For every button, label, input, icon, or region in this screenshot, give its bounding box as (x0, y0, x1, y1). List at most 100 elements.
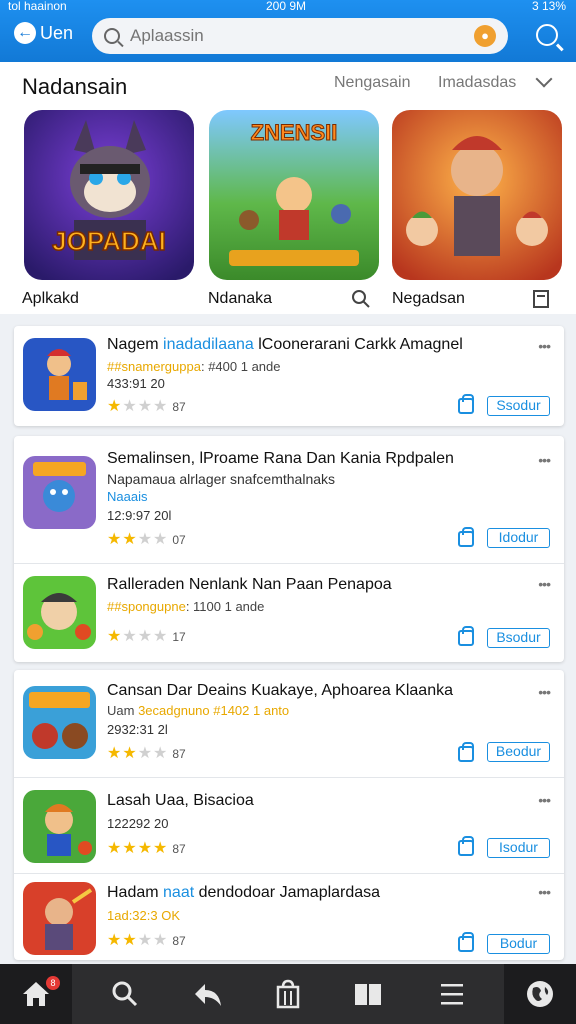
chevron-down-icon[interactable] (535, 70, 553, 88)
featured-card-2[interactable]: ZNENSII (209, 110, 379, 280)
tab-imadasdas[interactable]: Imadasdas (438, 74, 516, 92)
app-subtitle-highlight: ##snamerguppa (107, 359, 201, 374)
list-item[interactable]: Hadam naat dendodoar Jamaplardasa 1ad:32… (14, 874, 564, 960)
nav-home[interactable]: 8 (0, 964, 72, 1024)
status-battery: 3 13% (531, 0, 566, 13)
featured-caption-3: Negadsan (392, 290, 465, 307)
star-rating: ★★★★ 17 (107, 628, 186, 645)
app-name-part: Bisacioa (193, 792, 254, 809)
app-date: 433:91 20 (107, 376, 165, 391)
nav-menu[interactable] (416, 964, 488, 1024)
download-button[interactable]: Bsodur (487, 628, 550, 648)
rating-label: 87 (172, 842, 186, 856)
globe-icon (527, 981, 553, 1007)
bag-icon[interactable] (458, 932, 474, 952)
featured-title: Nadansain (22, 74, 128, 99)
app-subtitle-highlight: ##spongupne (107, 599, 186, 614)
bag-icon[interactable] (458, 527, 474, 547)
featured-card-1[interactable]: JOPADAI (24, 110, 194, 280)
svg-text:JOPADAI: JOPADAI (52, 226, 166, 256)
star-rating: ★★★★ 87 (107, 932, 186, 949)
star-rating: ★★★★ 87 (107, 398, 186, 415)
more-icon[interactable]: ••• (538, 684, 551, 700)
app-icon-4 (23, 686, 96, 759)
app-subtitle-text: 3ecadgnuno #1402 1 anto (138, 703, 290, 718)
rating-label: 87 (172, 747, 186, 761)
back-button[interactable]: ← Uen (14, 22, 73, 44)
more-icon[interactable]: ••• (538, 452, 551, 468)
app-subtitle: Napamaua alrlager snafcemthalnaks (107, 471, 336, 487)
bag-icon[interactable] (458, 626, 474, 646)
more-icon[interactable]: ••• (538, 338, 551, 354)
nav-globe[interactable] (504, 964, 576, 1024)
app-name: Cansan Dar Deains Kuakaye, Aphoarea Klaa… (107, 682, 453, 699)
app-icon-5 (23, 790, 96, 863)
bag-icon[interactable] (458, 742, 474, 762)
app-subtitle-2: Naaais (107, 489, 148, 504)
svg-text:ZNENSII: ZNENSII (251, 120, 338, 145)
download-button[interactable]: Idodur (487, 528, 550, 548)
featured-caption-2: Ndanaka (208, 290, 273, 307)
download-button[interactable]: Beodur (487, 742, 550, 762)
list-item[interactable]: Lasah Uaa, Bisacioa 122292 20 ★★★★ 87 •••… (14, 778, 564, 874)
search-input[interactable] (130, 26, 474, 46)
app-name: Semalinsen, lProame Rana Dan Kania Rpdpa… (107, 450, 454, 467)
app-card-2: Semalinsen, lProame Rana Dan Kania Rpdpa… (14, 436, 564, 662)
rating-label: 17 (172, 630, 186, 644)
search-icon (112, 981, 138, 1007)
app-card-3: Cansan Dar Deains Kuakaye, Aphoarea Klaa… (14, 670, 564, 960)
app-subtitle-text: : 1100 1 ande (185, 599, 265, 614)
back-label: Uen (40, 22, 74, 43)
search-icon (104, 28, 120, 44)
bag-icon[interactable] (458, 394, 474, 414)
nav-book[interactable] (332, 964, 404, 1024)
app-name: Nagem inadadilaana lCoonerarani Carkk Am… (107, 336, 527, 354)
app-name: Ralleraden Nenlank Nan Paan Penapoa (107, 576, 392, 593)
list-item[interactable]: Ralleraden Nenlank Nan Paan Penapoa ##sp… (14, 564, 564, 662)
app-subtitle: ##snamerguppa: #400 1 ande (107, 359, 281, 374)
status-time: 200 9M (266, 0, 307, 13)
top-search-icon[interactable] (536, 24, 558, 46)
app-subtitle: ##spongupne: 1100 1 ande (107, 599, 264, 614)
back-reply-icon (195, 984, 221, 1006)
app-subtitle: Uam 3ecadgnuno #1402 1 anto (107, 703, 289, 718)
app-card-1: Nagem inadadilaana lCoonerarani Carkk Am… (14, 326, 564, 426)
list-item[interactable]: Cansan Dar Deains Kuakaye, Aphoarea Klaa… (14, 670, 564, 778)
more-icon[interactable]: ••• (538, 792, 551, 808)
nav-bag[interactable] (252, 964, 324, 1024)
app-name-part: lCoonerarani Carkk Amagnel (253, 336, 463, 353)
bag-icon[interactable] (458, 836, 474, 856)
rating-label: 07 (172, 533, 186, 547)
app-name-part: Hadam (107, 884, 164, 901)
download-button[interactable]: Isodur (487, 838, 550, 858)
more-icon[interactable]: ••• (538, 884, 551, 900)
book-icon (355, 984, 381, 1005)
download-button[interactable]: Bodur (487, 934, 550, 954)
app-icon-2 (23, 456, 96, 529)
nav-back[interactable] (172, 964, 244, 1024)
search-icon[interactable] (352, 290, 370, 308)
star-rating: ★★★★ 87 (107, 840, 186, 857)
download-button[interactable]: Ssodur (487, 396, 550, 416)
app-icon-6 (23, 882, 96, 955)
list-item[interactable]: Semalinsen, lProame Rana Dan Kania Rpdpa… (14, 436, 564, 564)
back-arrow-icon: ← (14, 22, 36, 44)
app-date: 1ad:32:3 OK (107, 908, 180, 923)
nav-search[interactable] (89, 964, 161, 1024)
voice-search-icon[interactable]: ● (474, 25, 496, 47)
app-name: Lasah Uaa, Bisacioa (107, 792, 527, 810)
app-name-part: Nagem (107, 336, 164, 353)
app-subtitle-text: : #400 1 ande (200, 359, 281, 374)
notification-badge: 8 (46, 976, 60, 990)
featured-caption-1: Aplkakd (22, 290, 79, 307)
tab-nengasain[interactable]: Nengasain (334, 74, 411, 92)
app-subtitle-prefix: Uam (107, 703, 139, 718)
search-bar[interactable]: ● (92, 18, 508, 54)
app-date: 2932:31 2l (107, 722, 168, 737)
bookmark-icon[interactable] (532, 290, 550, 308)
list-item[interactable]: Nagem inadadilaana lCoonerarani Carkk Am… (14, 326, 564, 426)
bottom-nav: 8 (0, 964, 576, 1024)
featured-card-3[interactable] (392, 110, 562, 280)
status-carrier: tol haainon (8, 0, 67, 13)
more-icon[interactable]: ••• (538, 576, 551, 592)
